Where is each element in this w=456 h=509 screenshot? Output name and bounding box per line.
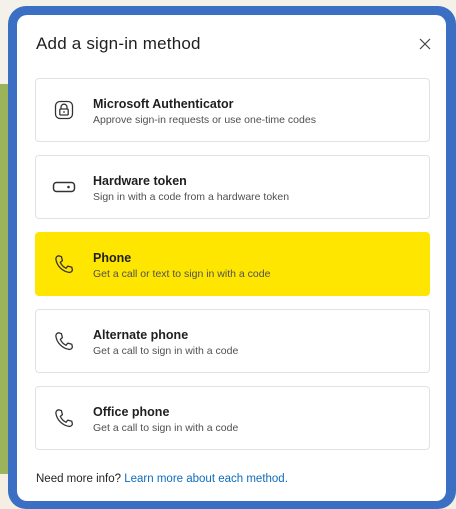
- option-title: Alternate phone: [93, 328, 189, 342]
- option-description: Get a call to sign in with a code: [93, 345, 239, 357]
- option-office-phone[interactable]: Office phone Get a call to sign in with …: [35, 386, 430, 450]
- option-title: Office phone: [93, 405, 170, 419]
- close-button[interactable]: [415, 34, 435, 54]
- option-hardware-token[interactable]: Hardware token Sign in with a code from …: [35, 155, 430, 219]
- hardware-token-icon: [50, 156, 78, 218]
- option-title: Hardware token: [93, 174, 187, 188]
- option-phone[interactable]: Phone Get a call or text to sign in with…: [35, 232, 430, 296]
- option-description: Get a call or text to sign in with a cod…: [93, 268, 271, 280]
- option-description: Sign in with a code from a hardware toke…: [93, 191, 290, 203]
- footer-text: Need more info?: [36, 473, 122, 485]
- dialog-title: Add a sign-in method: [36, 34, 201, 53]
- authenticator-lock-icon: [50, 79, 78, 141]
- option-microsoft-authenticator[interactable]: Microsoft Authenticator Approve sign-in …: [35, 78, 430, 142]
- phone-icon: [50, 310, 78, 372]
- option-description: Get a call to sign in with a code: [93, 422, 239, 434]
- option-title: Microsoft Authenticator: [93, 97, 234, 111]
- option-title: Phone: [93, 251, 132, 265]
- learn-more-link[interactable]: Learn more about each method.: [124, 473, 288, 485]
- option-description: Approve sign-in requests or use one-time…: [93, 114, 316, 126]
- phone-icon: [50, 387, 78, 449]
- phone-icon: [50, 233, 78, 295]
- footer-info: Need more info? Learn more about each me…: [36, 473, 288, 485]
- close-icon: [419, 38, 431, 50]
- option-alternate-phone[interactable]: Alternate phone Get a call to sign in wi…: [35, 309, 430, 373]
- add-sign-in-method-dialog: Add a sign-in method Microsoft Authentic…: [17, 15, 446, 501]
